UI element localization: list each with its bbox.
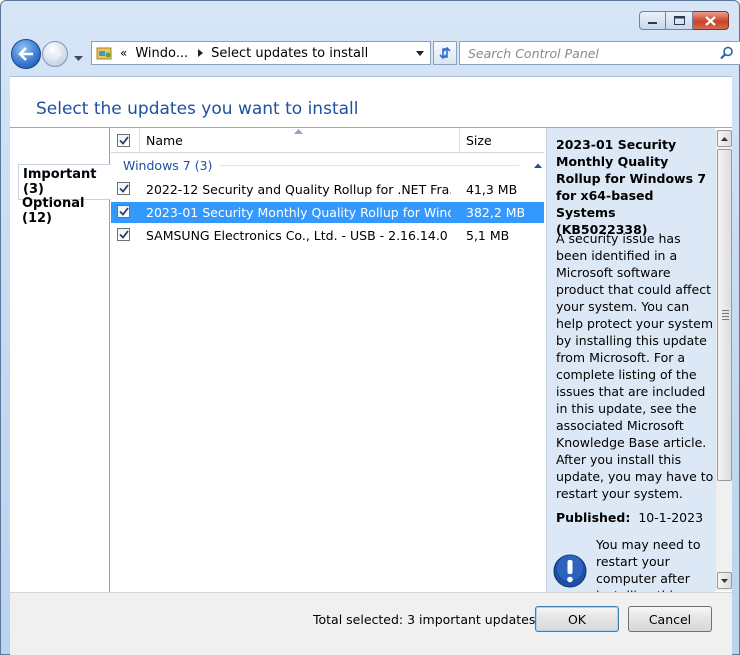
details-pane: 2023-01 Security Monthly Quality Rollup … xyxy=(546,128,715,592)
category-list: Important (3) Optional (12) xyxy=(10,128,111,592)
search-input[interactable] xyxy=(468,45,708,61)
update-checkbox[interactable] xyxy=(117,205,130,218)
address-dropdown-icon[interactable] xyxy=(416,51,424,56)
category-optional[interactable]: Optional (12) xyxy=(18,194,109,228)
list-header: Name Size xyxy=(111,128,544,153)
minimize-icon xyxy=(647,21,657,24)
back-button[interactable] xyxy=(11,39,41,69)
details-scrollbar[interactable] xyxy=(715,130,732,591)
breadcrumb-separator-icon[interactable] xyxy=(198,49,204,57)
content-area: Select the updates you want to install I… xyxy=(10,76,732,655)
group-label: Windows 7 (3) xyxy=(123,158,213,173)
update-row[interactable]: 2022-12 Security and Quality Rollup for … xyxy=(111,179,544,200)
scroll-down-button[interactable] xyxy=(717,572,732,589)
group-divider xyxy=(220,165,519,166)
caption-buttons xyxy=(639,11,729,30)
update-name: 2022-12 Security and Quality Rollup for … xyxy=(146,182,451,197)
checkmark-icon xyxy=(118,207,129,216)
update-row[interactable]: SAMSUNG Electronics Co., Ltd. - USB - 2.… xyxy=(111,225,544,246)
breadcrumb-select-updates[interactable]: Select updates to install xyxy=(211,46,368,61)
scroll-up-button[interactable] xyxy=(717,130,732,147)
checkmark-icon xyxy=(118,136,129,145)
published-info: Published: 10-1-2023 xyxy=(556,510,703,525)
recent-pages-dropdown[interactable] xyxy=(74,50,83,65)
update-name: SAMSUNG Electronics Co., Ltd. - USB - 2.… xyxy=(146,228,448,243)
scroll-thumb[interactable] xyxy=(717,149,732,481)
update-row-selected[interactable]: 2023-01 Security Monthly Quality Rollup … xyxy=(111,202,544,223)
cancel-button[interactable]: Cancel xyxy=(628,606,712,632)
page-title: Select the updates you want to install xyxy=(36,99,359,119)
info-shield-icon xyxy=(553,554,587,588)
breadcrumb-windows-update[interactable]: Windo... xyxy=(135,46,188,61)
update-name: 2023-01 Security Monthly Quality Rollup … xyxy=(146,205,451,220)
update-checkbox[interactable] xyxy=(117,228,130,241)
chevron-down-icon xyxy=(74,56,83,61)
forward-arrow-icon xyxy=(49,48,62,60)
chevron-down-icon xyxy=(721,578,728,583)
minimize-button[interactable] xyxy=(639,11,666,30)
details-description: A security issue has been identified in … xyxy=(556,231,714,501)
column-header-size[interactable]: Size xyxy=(459,128,544,153)
refresh-icon xyxy=(439,46,451,60)
scroll-grip-icon xyxy=(722,310,729,322)
maximize-icon xyxy=(673,16,685,25)
updates-panel: Important (3) Optional (12) Name Size Wi… xyxy=(10,127,732,592)
group-header-windows7[interactable]: Windows 7 (3) xyxy=(123,158,543,173)
checkmark-icon xyxy=(118,230,129,239)
search-box[interactable] xyxy=(459,41,740,65)
maximize-button[interactable] xyxy=(666,11,693,30)
navigation-toolbar: « Windo... Select updates to install xyxy=(11,39,740,69)
window: « Windo... Select updates to install Sel… xyxy=(0,0,740,655)
checkmark-icon xyxy=(118,184,129,193)
control-panel-icon xyxy=(96,47,112,60)
restart-note: You may need to restart your computer af… xyxy=(596,537,701,592)
select-all-checkbox[interactable] xyxy=(117,134,130,147)
update-size: 41,3 MB xyxy=(466,182,518,197)
update-list: Name Size Windows 7 (3) 2022-12 Security… xyxy=(111,128,544,592)
refresh-button[interactable] xyxy=(433,41,457,65)
details-title: 2023-01 Security Monthly Quality Rollup … xyxy=(556,137,707,237)
chevron-up-icon xyxy=(721,136,728,141)
address-bar[interactable]: « Windo... Select updates to install xyxy=(91,41,431,65)
published-label: Published: xyxy=(556,510,631,525)
address-overflow[interactable]: « xyxy=(120,46,127,60)
close-button[interactable] xyxy=(693,11,729,30)
footer-bar: Total selected: 3 important updates OK C… xyxy=(10,592,732,655)
published-date: 10-1-2023 xyxy=(638,510,704,525)
total-selected: Total selected: 3 important updates xyxy=(313,612,536,627)
close-icon xyxy=(705,15,716,26)
collapse-icon[interactable] xyxy=(533,162,543,170)
back-arrow-icon xyxy=(18,47,33,61)
update-size: 382,2 MB xyxy=(466,205,526,220)
sort-ascending-icon xyxy=(294,129,303,134)
forward-button[interactable] xyxy=(42,41,68,67)
update-size: 5,1 MB xyxy=(466,228,510,243)
search-icon[interactable] xyxy=(720,46,734,60)
update-checkbox[interactable] xyxy=(117,182,130,195)
ok-button[interactable]: OK xyxy=(535,606,619,632)
